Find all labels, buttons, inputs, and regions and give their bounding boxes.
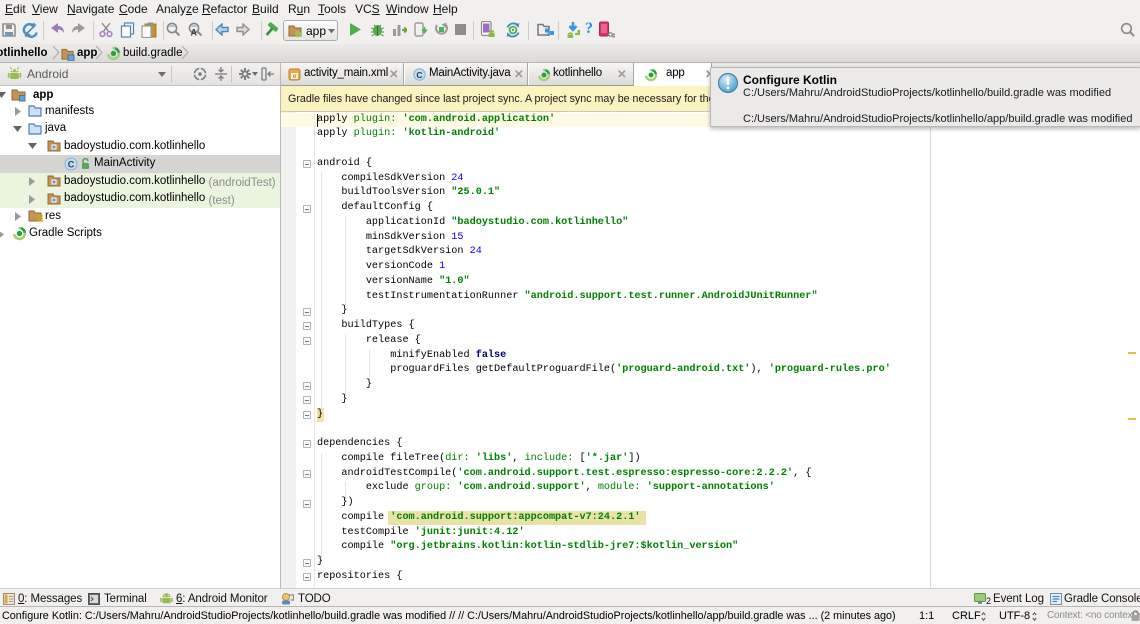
svg-text:C: C	[416, 70, 422, 80]
svg-text:C: C	[68, 159, 75, 169]
svg-text:A: A	[190, 28, 197, 38]
svg-text:o: o	[293, 73, 297, 80]
